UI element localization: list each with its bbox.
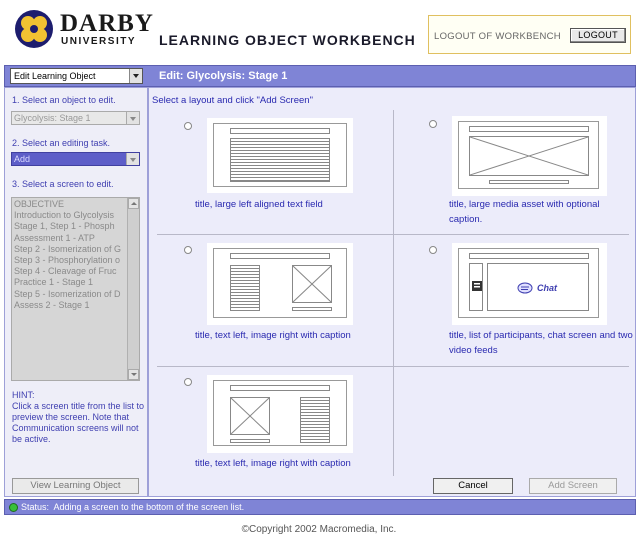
chat-icon [517, 282, 533, 294]
layout-caption: title, list of participants, chat screen… [449, 330, 633, 356]
layout-radio[interactable] [429, 246, 437, 254]
task-select-value: Add [14, 154, 31, 164]
list-item[interactable]: Step 5 - Isomerization of D [14, 289, 126, 300]
layout-caption: title, text left, image right with capti… [195, 458, 351, 469]
participants-icon [472, 281, 482, 291]
status-label: Status: [21, 502, 50, 512]
list-item[interactable]: Practice 1 - Stage 1 [14, 277, 126, 288]
sidebar: 1. Select an object to edit. Glycolysis:… [4, 87, 148, 497]
view-learning-object-button[interactable]: View Learning Object [12, 478, 139, 494]
layout-thumbnail[interactable]: Chat [452, 243, 607, 325]
layout-caption: title, large media asset with optional c… [449, 199, 600, 225]
chevron-down-icon[interactable] [126, 153, 139, 165]
step-2-label: 2. Select an editing task. [12, 138, 111, 148]
status-indicator-icon [9, 503, 18, 512]
add-screen-button[interactable]: Add Screen [529, 478, 617, 494]
logo-subtitle: UNIVERSITY [61, 36, 137, 47]
mode-select-value: Edit Learning Object [14, 71, 96, 81]
list-item[interactable]: OBJECTIVE [14, 199, 126, 210]
hint-text: Click a screen title from the list to pr… [12, 401, 145, 444]
title-bar: Edit Learning Object Edit: Glycolysis: S… [4, 65, 636, 87]
chevron-down-icon[interactable] [126, 112, 139, 124]
header: DARBY UNIVERSITY LEARNING OBJECT WORKBEN… [0, 0, 638, 62]
layout-radio[interactable] [184, 122, 192, 130]
scroll-down-icon[interactable] [128, 369, 139, 380]
app-title: LEARNING OBJECT WORKBENCH [159, 32, 416, 48]
layout-caption: title, text left, image right with capti… [195, 330, 351, 341]
status-text: Status: Adding a screen to the bottom of… [21, 502, 244, 512]
step-3-label: 3. Select a screen to edit. [12, 179, 114, 189]
logout-panel: LOGOUT OF WORKBENCH LOGOUT [428, 15, 631, 54]
object-select[interactable]: Glycolysis: Stage 1 [11, 111, 140, 125]
divider [393, 110, 394, 476]
list-item[interactable]: Step 3 - Phosphorylation o [14, 255, 126, 266]
divider [157, 366, 629, 367]
instruction-text: Select a layout and click "Add Screen" [152, 95, 313, 106]
logo-name: DARBY [60, 10, 154, 37]
cancel-button[interactable]: Cancel [433, 478, 513, 494]
status-message: Adding a screen to the bottom of the scr… [53, 502, 245, 512]
darby-emblem-icon [15, 10, 53, 48]
page-title: Edit: Glycolysis: Stage 1 [159, 70, 288, 82]
scroll-up-icon[interactable] [128, 198, 139, 209]
layout-caption: title, large left aligned text field [195, 199, 323, 210]
layout-thumbnail[interactable] [452, 116, 607, 196]
layout-panel: Select a layout and click "Add Screen" t… [148, 87, 636, 497]
list-item[interactable]: Stage 1, Step 1 - Phosph [14, 221, 126, 232]
list-item[interactable]: Introduction to Glycolysis [14, 210, 126, 221]
step-1-label: 1. Select an object to edit. [12, 95, 116, 105]
logout-label: LOGOUT OF WORKBENCH [434, 31, 561, 42]
layout-radio[interactable] [184, 246, 192, 254]
status-bar: Status: Adding a screen to the bottom of… [4, 499, 636, 515]
screen-list[interactable]: OBJECTIVE Introduction to Glycolysis Sta… [11, 197, 140, 381]
list-item[interactable]: Assessment 1 - ATP [14, 233, 126, 244]
divider [157, 234, 629, 235]
list-item[interactable]: Assess 2 - Stage 1 [14, 300, 126, 311]
screen-list-scrollbar[interactable] [127, 198, 139, 380]
hint-title: HINT: [12, 390, 35, 400]
mode-select[interactable]: Edit Learning Object [10, 68, 143, 84]
object-select-value: Glycolysis: Stage 1 [14, 113, 91, 123]
darby-logo: DARBY UNIVERSITY [14, 9, 153, 49]
logout-button[interactable]: LOGOUT [570, 28, 626, 43]
layout-radio[interactable] [429, 120, 437, 128]
hint: HINT: Click a screen title from the list… [12, 390, 146, 445]
layout-thumbnail[interactable] [207, 243, 353, 325]
list-item[interactable]: Step 2 - Isomerization of G [14, 244, 126, 255]
task-select[interactable]: Add [11, 152, 140, 166]
chat-label: Chat [537, 283, 557, 293]
chevron-down-icon[interactable] [129, 69, 142, 83]
layout-radio[interactable] [184, 378, 192, 386]
layout-thumbnail[interactable] [207, 375, 353, 453]
list-item[interactable]: Step 4 - Cleavage of Fruc [14, 266, 126, 277]
copyright: ©Copyright 2002 Macromedia, Inc. [241, 524, 397, 535]
layout-thumbnail[interactable] [207, 118, 353, 193]
